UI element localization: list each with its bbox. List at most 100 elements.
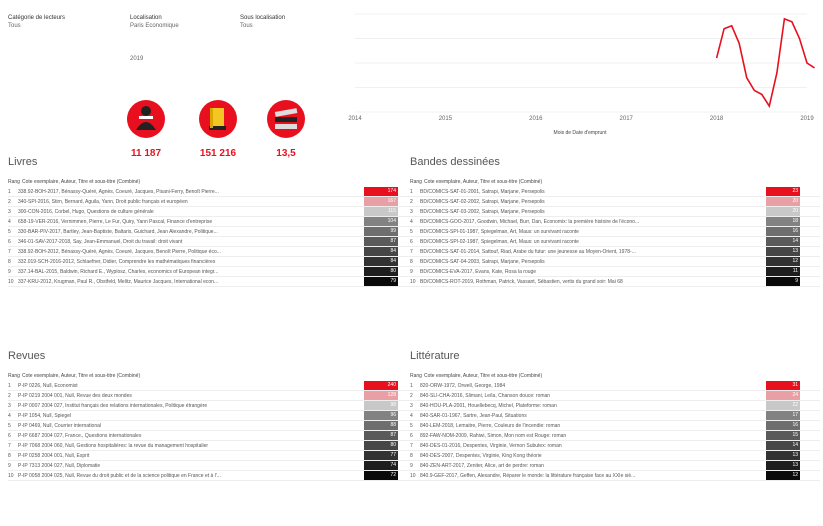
row-value-cell: 80 bbox=[364, 441, 398, 450]
row-value-cell: 20 bbox=[766, 197, 800, 206]
row-value-cell: 128 bbox=[364, 391, 398, 400]
table-row[interactable]: 5 BD/COMICS-SPI-01-1987, Spiegelman, Art,… bbox=[410, 227, 820, 237]
row-text: BD/COMICS-ROT-2019, Rothman, Patrick, Va… bbox=[420, 278, 623, 285]
row-text: 840-DES-2007, Despentes, Virginie, King … bbox=[420, 452, 542, 459]
table-row[interactable]: 10 P-IP 0058 2004 025, Null, Revue du dro… bbox=[8, 471, 418, 481]
row-text: BD/COMICS-EVA-2017, Evans, Kate, Rosa la… bbox=[420, 268, 537, 275]
row-rank: 7 bbox=[410, 248, 413, 255]
table-row[interactable]: 5 330-BAR-PIV-2017, Bartley, Jean-Baptist… bbox=[8, 227, 418, 237]
table-row[interactable]: 4 840-SAR-01-1967, Sartre, Jean-Paul, Sit… bbox=[410, 411, 820, 421]
section-title-revues: Revues bbox=[8, 350, 46, 362]
table-row[interactable]: 6 P-IP 6687 2004 027, France., Questions … bbox=[8, 431, 418, 441]
row-rank: 7 bbox=[8, 442, 11, 449]
table-row[interactable]: 2 840-SLI-CHA-2016, Slimani, Leïla, Chans… bbox=[410, 391, 820, 401]
table-row[interactable]: 9 840-ZEN-ART-2017, Zeniter, Alice, art d… bbox=[410, 461, 820, 471]
table-row[interactable]: 2 BD/COMICS-SAT-02-2002, Satrapi, Marjane… bbox=[410, 197, 820, 207]
row-value-cell: 14 bbox=[766, 237, 800, 246]
table-row[interactable]: 5 840-LEM-2018, Lemaitre, Pierre, Couleur… bbox=[410, 421, 820, 431]
book-icon bbox=[199, 100, 237, 138]
table-row[interactable]: 3 BD/COMICS-SAT-03-2002, Satrapi, Marjane… bbox=[410, 207, 820, 217]
row-text: 332.019-SCH-2016-2012, Schlaefner, Didie… bbox=[18, 258, 216, 265]
row-text: 840-ZEN-ART-2017, Zeniter, Alice, art de… bbox=[420, 462, 544, 469]
row-text: 300-CON-2016, Corbel, Hugo, Questions de… bbox=[18, 208, 154, 215]
table-row[interactable]: 2 P-IP 0219 2004 001, Null, Revue des deu… bbox=[8, 391, 418, 401]
row-text: P-IP 1054, Null, Spiegel bbox=[18, 412, 71, 419]
table-row[interactable]: 7 BD/COMICS-SAT-01-2014, Sattouf, Riad, A… bbox=[410, 247, 820, 257]
row-rank: 4 bbox=[410, 412, 413, 419]
row-value-cell: 13 bbox=[766, 247, 800, 256]
table-row[interactable]: 4 658-19-VER-2016, Vernimmen, Pierre, Le … bbox=[8, 217, 418, 227]
row-rank: 8 bbox=[410, 452, 413, 459]
row-text: BD/COMICS-SAT-01-2001, Satrapi, Marjane,… bbox=[420, 188, 545, 195]
row-value-cell: 14 bbox=[766, 441, 800, 450]
row-value-cell: 20 bbox=[766, 207, 800, 216]
filter-categorie[interactable]: Catégorie de lecteurs Tous bbox=[8, 14, 65, 30]
table-row[interactable]: 8 332.019-SCH-2016-2012, Schlaefner, Didi… bbox=[8, 257, 418, 267]
row-value-cell: 80 bbox=[364, 267, 398, 276]
row-text: P-IP 0219 2004 001, Null, Revue des deux… bbox=[18, 392, 132, 399]
row-rank: 2 bbox=[8, 392, 11, 399]
table-row[interactable]: 9 337.14-BAL-2015, Baldwin, Richard E., W… bbox=[8, 267, 418, 277]
table-row[interactable]: 10 337-KRU-2012, Krugman, Paul R., Obstfe… bbox=[8, 277, 418, 287]
table-row[interactable]: 2 340-SPI-2016, Stirn, Bernard, Aguila, Y… bbox=[8, 197, 418, 207]
row-value-cell: 72 bbox=[364, 471, 398, 480]
table-row[interactable]: 9 P-IP 7313 2004 027, Null, Diplomatie 74 bbox=[8, 461, 418, 471]
row-rank: 8 bbox=[410, 258, 413, 265]
table-row[interactable]: 6 BD/COMICS-SPI-02-1987, Spiegelman, Art,… bbox=[410, 237, 820, 247]
table-row[interactable]: 7 338.92-BOH-2012, Bénassy-Quéré, Agnès, … bbox=[8, 247, 418, 257]
table-header: Rang Cote exemplaire, Auteur, Titre et so… bbox=[8, 372, 418, 381]
table-row[interactable]: 6 346-01-SAV-2017-2018, Say, Jean-Emmanue… bbox=[8, 237, 418, 247]
header-rank: Rang bbox=[410, 179, 422, 185]
row-text: 840-SLI-CHA-2016, Slimani, Leïla, Chanso… bbox=[420, 392, 551, 399]
filter-value: Paris Economique bbox=[130, 23, 179, 29]
table-row[interactable]: 3 300-CON-2016, Corbel, Hugo, Questions d… bbox=[8, 207, 418, 217]
table-row[interactable]: 9 BD/COMICS-EVA-2017, Evans, Kate, Rosa l… bbox=[410, 267, 820, 277]
row-value-cell: 96 bbox=[364, 411, 398, 420]
table-row[interactable]: 5 P-IP 0469, Null, Courrier international… bbox=[8, 421, 418, 431]
row-value-cell: 174 bbox=[364, 187, 398, 196]
table-row[interactable]: 8 BD/COMICS-SAT-04-2003, Satrapi, Marjane… bbox=[410, 257, 820, 267]
table-row[interactable]: 8 P-IP 0258 2004 001, Null, Esprit 77 bbox=[8, 451, 418, 461]
table-revues: Rang Cote exemplaire, Auteur, Titre et so… bbox=[8, 372, 418, 481]
row-rank: 3 bbox=[8, 402, 11, 409]
table-row[interactable]: 7 840-DES-01-2016, Despentes, Virginie, V… bbox=[410, 441, 820, 451]
row-text: 337-KRU-2012, Krugman, Paul R., Obstfeld… bbox=[18, 278, 219, 285]
x-tick-label: 2019 bbox=[800, 116, 814, 122]
row-text: BD/COMICS-GOO-2017, Goodwin, Michael, Bu… bbox=[420, 218, 640, 225]
table-row[interactable]: 1 820-ORW-1972, Orwell, George, 1984 31 bbox=[410, 381, 820, 391]
header-rank: Rang bbox=[8, 373, 20, 379]
year-filter[interactable]: 2019 bbox=[130, 56, 143, 62]
table-row[interactable]: 3 840-HOU-PLA-2001, Houellebecq, Michel, … bbox=[410, 401, 820, 411]
kpi-loans: 151 216 bbox=[188, 100, 248, 159]
row-rank: 10 bbox=[410, 278, 416, 285]
row-text: P-IP 0226, Null, Economist bbox=[18, 382, 78, 389]
table-row[interactable]: 1 P-IP 0226, Null, Economist 240 bbox=[8, 381, 418, 391]
table-row[interactable]: 6 892-FAW-NOM-2009, Rahiwi, Simon, Mon no… bbox=[410, 431, 820, 441]
table-row[interactable]: 7 P-IP 7068 2004 060, Null, Gestions hosp… bbox=[8, 441, 418, 451]
row-value-cell: 84 bbox=[364, 257, 398, 266]
table-row[interactable]: 4 P-IP 1054, Null, Spiegel 96 bbox=[8, 411, 418, 421]
table-row[interactable]: 10 840.9-GEF-2017, Geffen, Alexandre, Rép… bbox=[410, 471, 820, 481]
table-row[interactable]: 8 840-DES-2007, Despentes, Virginie, King… bbox=[410, 451, 820, 461]
header-text: Cote exemplaire, Auteur, Titre et sous-t… bbox=[22, 179, 141, 185]
table-row[interactable]: 1 338.92-BOH-2017, Bénassy-Quéré, Agnès, … bbox=[8, 187, 418, 197]
table-header: Rang Cote exemplaire, Auteur, Titre et so… bbox=[8, 178, 418, 187]
x-tick-label: 2017 bbox=[620, 116, 634, 122]
row-text: BD/COMICS-SAT-02-2002, Satrapi, Marjane,… bbox=[420, 198, 545, 205]
table-row[interactable]: 3 P-IP 0007 2004 027, Institut français d… bbox=[8, 401, 418, 411]
row-value-cell: 16 bbox=[766, 227, 800, 236]
filter-sous-localisation[interactable]: Sous localisation Tous bbox=[240, 14, 285, 30]
table-row[interactable]: 4 BD/COMICS-GOO-2017, Goodwin, Michael, B… bbox=[410, 217, 820, 227]
table-row[interactable]: 10 BD/COMICS-ROT-2019, Rothman, Patrick, … bbox=[410, 277, 820, 287]
row-value-cell: 24 bbox=[766, 391, 800, 400]
header-text: Cote exemplaire, Auteur, Titre et sous-t… bbox=[424, 373, 543, 379]
row-rank: 9 bbox=[410, 462, 413, 469]
row-value-cell: 23 bbox=[766, 187, 800, 196]
row-value-cell: 9 bbox=[766, 277, 800, 286]
row-rank: 6 bbox=[8, 432, 11, 439]
table-row[interactable]: 1 BD/COMICS-SAT-01-2001, Satrapi, Marjane… bbox=[410, 187, 820, 197]
row-value-cell: 87 bbox=[364, 237, 398, 246]
filter-localisation[interactable]: Localisation Paris Economique bbox=[130, 14, 179, 30]
row-value-cell: 167 bbox=[364, 197, 398, 206]
row-rank: 3 bbox=[410, 402, 413, 409]
